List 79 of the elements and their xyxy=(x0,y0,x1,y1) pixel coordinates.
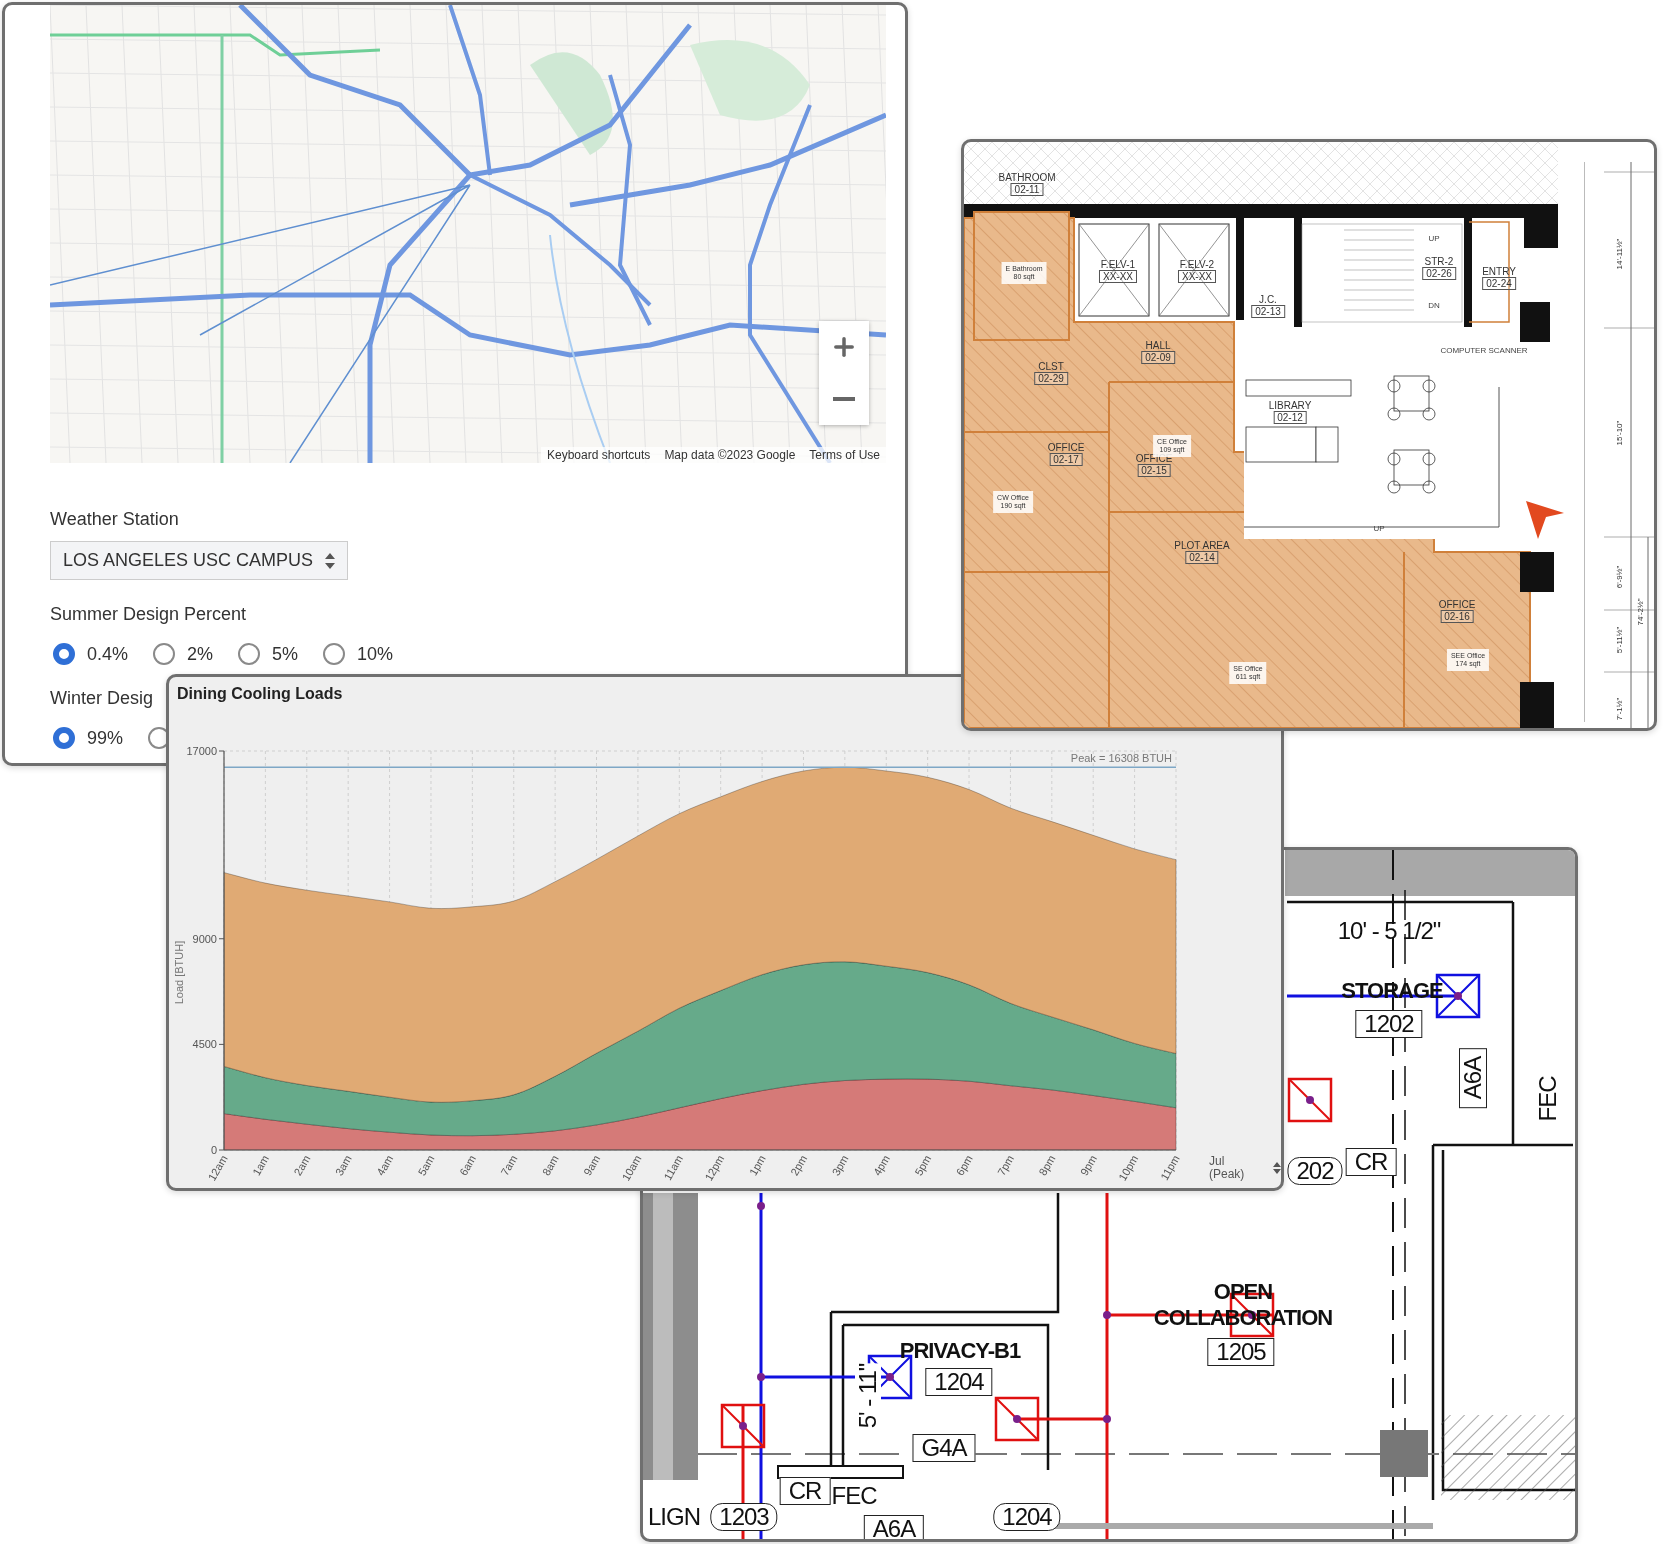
radio-label: 99% xyxy=(87,727,124,749)
room-number: 02-09 xyxy=(1141,351,1175,364)
room-name: PLOT AREA xyxy=(1174,540,1230,551)
room-number: 02-26 xyxy=(1422,267,1456,280)
zoom-in-button[interactable] xyxy=(819,321,869,373)
radio-label: 0.4% xyxy=(87,643,129,665)
radio-button[interactable] xyxy=(238,643,261,665)
room-name: HALL xyxy=(1145,340,1171,351)
radio-button[interactable] xyxy=(53,727,75,749)
plan-label: CR xyxy=(1345,1148,1397,1176)
plan-note: DN xyxy=(1428,300,1440,310)
radio-button[interactable] xyxy=(53,643,75,665)
chart-title: Dining Cooling Loads xyxy=(177,685,343,702)
sort-caret-icon xyxy=(1273,1162,1281,1174)
plan-label: FEC xyxy=(831,1483,877,1509)
plan-label: 5' - 11" xyxy=(855,1363,881,1429)
room-name: PRIVACY-B1 xyxy=(899,1338,1021,1364)
room-name: LIBRARY xyxy=(1268,400,1312,411)
room-name: F.ELV-1 xyxy=(1100,259,1136,270)
y-tick-label: 9000 xyxy=(192,932,217,945)
plan-label: LIGN xyxy=(648,1504,700,1530)
dimension-label: 5'-11½" xyxy=(1614,626,1624,654)
room-number: XX-XX xyxy=(1178,270,1216,283)
room-name: OFFICE xyxy=(1047,442,1085,453)
y-tick-label: 0 xyxy=(210,1144,217,1156)
dimension-label: 15'-10" xyxy=(1614,420,1624,446)
room-number: 02-29 xyxy=(1034,372,1068,385)
plan-label: 1203 xyxy=(710,1503,778,1531)
room-number: 02-16 xyxy=(1440,610,1474,623)
station-select[interactable]: LOS ANGELES USC CAMPUS xyxy=(50,541,348,580)
room-number: XX-XX xyxy=(1099,270,1137,283)
radio-label: 10% xyxy=(357,643,394,665)
plan-note: UP xyxy=(1428,233,1440,243)
field-label: Winter Desig xyxy=(50,687,154,710)
plan-label: G4A xyxy=(912,1434,976,1462)
plan-label: 1205 xyxy=(1207,1338,1275,1366)
plan-note: UP xyxy=(1373,523,1385,533)
period-select[interactable]: Jul (Peak) xyxy=(1209,1155,1281,1181)
dimension-label: 6'-9½" xyxy=(1614,565,1624,589)
radio-button[interactable] xyxy=(153,643,176,665)
plan-note: COMPUTER SCANNER xyxy=(1440,345,1528,355)
y-tick-label: 4500 xyxy=(192,1038,217,1051)
y-axis-title: Load [BTUH] xyxy=(173,940,185,1005)
room-number: 02-24 xyxy=(1482,277,1516,290)
radio-button[interactable] xyxy=(323,643,346,665)
plan-label: A6A xyxy=(1459,1047,1487,1109)
room-name: CLST xyxy=(1038,361,1064,372)
dimension-label: 74'-2½" xyxy=(1635,598,1645,626)
room-name: J.C. xyxy=(1259,294,1277,305)
minus-icon xyxy=(833,397,855,401)
room-number: 02-13 xyxy=(1251,305,1285,318)
plan-label: 1202 xyxy=(1355,1010,1423,1038)
dimension-label: 7'-1½" xyxy=(1614,697,1624,721)
room-name: BATHROOM xyxy=(998,172,1056,183)
room-name: F.ELV-2 xyxy=(1179,259,1215,270)
room-name: OFFICE xyxy=(1438,599,1476,610)
peak-label: Peak = 16308 BTUH xyxy=(1070,752,1172,765)
room-name: STR-2 xyxy=(1424,256,1454,267)
plan-label: 202 xyxy=(1287,1157,1343,1185)
radio-label: 5% xyxy=(272,643,299,665)
attribution-link[interactable]: Map data ©2023 Google xyxy=(664,448,796,462)
room-number: 02-14 xyxy=(1185,551,1219,564)
field-label: Weather Station xyxy=(50,508,179,531)
plan-label: CR xyxy=(779,1477,831,1505)
field-label: Summer Design Percent xyxy=(50,603,247,626)
attribution-link[interactable]: Terms of Use xyxy=(809,448,880,462)
zoom-out-button[interactable] xyxy=(819,373,869,425)
room-number: 02-15 xyxy=(1137,464,1171,477)
plan-label: 1204 xyxy=(925,1368,993,1396)
radio-label: 2% xyxy=(187,643,214,665)
dimension-label: 14'-11½" xyxy=(1614,238,1624,270)
room-number: 02-17 xyxy=(1049,453,1083,466)
plan-label: 1204 xyxy=(993,1503,1061,1531)
plan-label: A6A xyxy=(863,1515,925,1539)
room-number: 02-12 xyxy=(1273,411,1307,424)
attribution-link[interactable]: Keyboard shortcuts xyxy=(547,448,651,462)
y-tick-label: 17000 xyxy=(186,745,217,757)
sort-caret-icon xyxy=(325,552,335,569)
room-number: 02-11 xyxy=(1010,183,1044,196)
